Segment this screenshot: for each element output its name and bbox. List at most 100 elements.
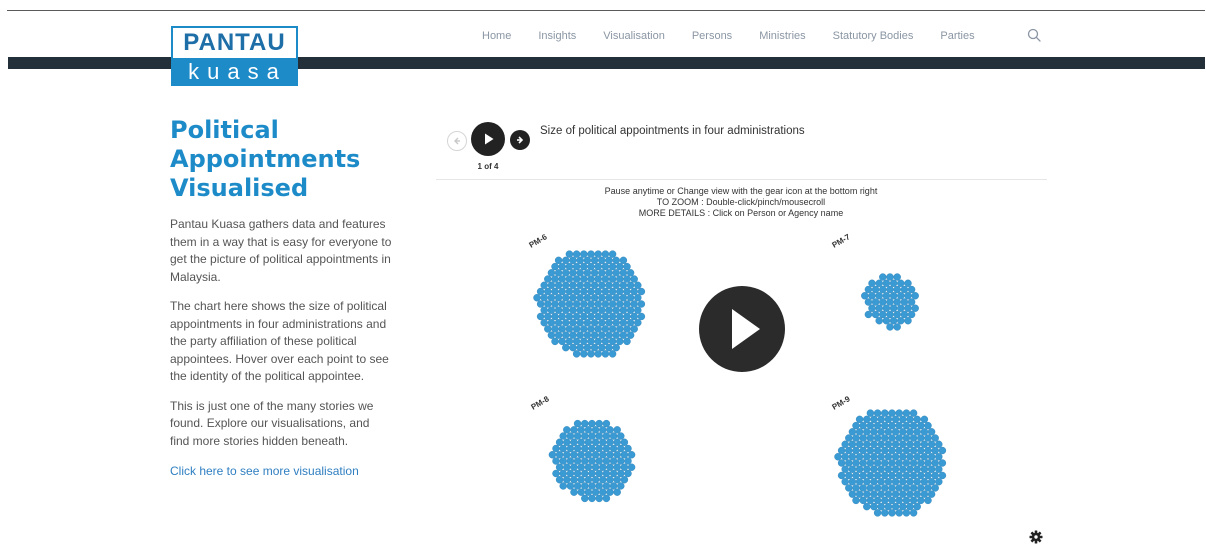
appointee-dot[interactable] [889, 317, 898, 325]
appointee-dot[interactable] [580, 337, 588, 346]
appointee-dot[interactable] [587, 300, 595, 308]
appointee-dot[interactable] [917, 459, 925, 467]
appointee-dot[interactable] [565, 250, 574, 258]
appointee-dot[interactable] [551, 325, 559, 333]
appointee-dot[interactable] [573, 432, 582, 440]
appointee-dot[interactable] [608, 250, 617, 258]
appointee-dot[interactable] [848, 440, 857, 448]
appointee-dot[interactable] [859, 471, 867, 480]
appointee-dot[interactable] [904, 292, 912, 300]
appointee-dot[interactable] [626, 306, 635, 314]
appointee-dot[interactable] [563, 476, 571, 484]
appointee-dot[interactable] [612, 343, 620, 352]
appointee-dot[interactable] [595, 469, 603, 478]
appointee-dot[interactable] [540, 319, 548, 327]
appointee-dot[interactable] [879, 273, 887, 281]
appointee-dot[interactable] [902, 446, 911, 455]
appointee-dot[interactable] [572, 300, 581, 308]
appointee-dot[interactable] [554, 331, 563, 339]
appointee-dot[interactable] [884, 415, 893, 424]
appointee-dot[interactable] [891, 440, 900, 448]
appointee-dot[interactable] [562, 256, 570, 265]
appointee-dot[interactable] [580, 287, 588, 296]
appointee-dot[interactable] [602, 419, 611, 428]
appointee-dot[interactable] [626, 269, 635, 277]
appointee-dot[interactable] [552, 469, 560, 478]
appointee-dot[interactable] [900, 298, 909, 306]
appointee-dot[interactable] [608, 312, 617, 321]
appointee-dot[interactable] [612, 269, 620, 277]
appointee-dot[interactable] [848, 478, 857, 486]
appointee-dot[interactable] [558, 312, 566, 321]
appointee-dot[interactable] [881, 446, 889, 455]
appointee-dot[interactable] [558, 325, 566, 333]
appointee-dot[interactable] [599, 426, 607, 434]
appointee-dot[interactable] [881, 459, 889, 467]
appointee-dot[interactable] [584, 476, 593, 484]
appointee-dot[interactable] [602, 444, 611, 453]
appointee-dot[interactable] [552, 457, 560, 465]
appointee-dot[interactable] [620, 451, 629, 459]
appointee-dot[interactable] [583, 281, 592, 289]
appointee-dot[interactable] [891, 465, 900, 473]
appointee-dot[interactable] [899, 415, 907, 424]
appointee-dot[interactable] [595, 419, 603, 428]
appointee-dot[interactable] [866, 434, 875, 442]
appointee-dot[interactable] [877, 465, 885, 473]
appointee-dot[interactable] [897, 279, 905, 287]
appointee-dot[interactable] [598, 306, 606, 314]
appointee-dot[interactable] [591, 438, 600, 446]
appointee-dot[interactable] [870, 415, 878, 424]
appointee-dot[interactable] [848, 465, 857, 473]
appointee-dot[interactable] [877, 428, 885, 436]
gear-icon[interactable] [1029, 530, 1043, 544]
appointee-dot[interactable] [606, 438, 614, 446]
appointee-dot[interactable] [544, 300, 552, 308]
appointee-dot[interactable] [845, 484, 853, 492]
appointee-dot[interactable] [609, 432, 618, 440]
appointee-dot[interactable] [562, 294, 570, 302]
appointee-dot[interactable] [602, 482, 611, 490]
appointee-dot[interactable] [544, 287, 552, 296]
appointee-dot[interactable] [616, 337, 624, 346]
appointee-dot[interactable] [581, 494, 589, 503]
appointee-dot[interactable] [855, 478, 864, 486]
appointee-dot[interactable] [620, 476, 629, 484]
appointee-dot[interactable] [895, 434, 903, 442]
appointee-dot[interactable] [616, 262, 624, 271]
appointee-dot[interactable] [868, 292, 876, 300]
appointee-dot[interactable] [852, 496, 860, 505]
appointee-dot[interactable] [591, 476, 600, 484]
appointee-dot[interactable] [852, 421, 860, 430]
appointee-dot[interactable] [877, 478, 885, 486]
more-visualisation-link[interactable]: Click here to see more visualisation [170, 464, 392, 478]
appointee-dot[interactable] [605, 256, 613, 265]
appointee-dot[interactable] [551, 312, 559, 321]
appointee-dot[interactable] [570, 488, 578, 496]
appointee-dot[interactable] [891, 415, 900, 424]
appointee-dot[interactable] [581, 482, 589, 490]
appointee-dot[interactable] [619, 269, 628, 277]
appointee-dot[interactable] [863, 465, 871, 473]
appointee-dot[interactable] [595, 432, 603, 440]
appointee-dot[interactable] [895, 484, 903, 492]
appointee-dot[interactable] [577, 426, 585, 434]
appointee-dot[interactable] [590, 331, 599, 339]
appointee-dot[interactable] [884, 440, 893, 448]
appointee-dot[interactable] [612, 331, 620, 339]
appointee-dot[interactable] [590, 294, 599, 302]
appointee-dot[interactable] [873, 409, 882, 417]
appointee-dot[interactable] [920, 490, 929, 498]
cluster-pm-9[interactable] [834, 409, 947, 517]
previous-step-button[interactable] [447, 131, 467, 151]
cluster-pm-7[interactable] [861, 273, 919, 331]
appointee-dot[interactable] [580, 250, 588, 258]
appointee-dot[interactable] [559, 444, 567, 453]
appointee-dot[interactable] [624, 457, 632, 465]
appointee-dot[interactable] [895, 446, 903, 455]
appointee-dot[interactable] [906, 478, 914, 486]
appointee-dot[interactable] [888, 509, 896, 517]
appointee-dot[interactable] [906, 428, 914, 436]
appointee-dot[interactable] [863, 502, 871, 511]
appointee-dot[interactable] [913, 490, 921, 498]
